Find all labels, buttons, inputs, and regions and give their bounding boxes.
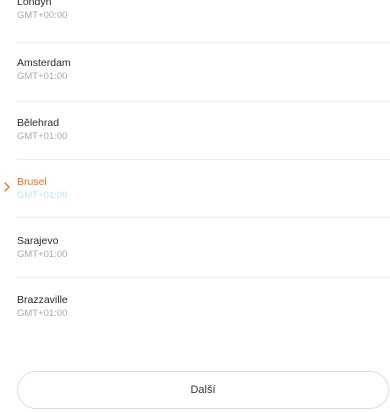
timezone-name: Amsterdam — [17, 57, 71, 69]
timezone-offset: GMT+00:00 — [17, 10, 68, 21]
timezone-name: Bělehrad — [17, 117, 60, 129]
timezone-offset: GMT+01:00 — [17, 131, 68, 142]
timezone-name: Londýn — [17, 0, 52, 8]
timezone-item-belehrad[interactable]: Bělehrad GMT+01:00 — [0, 117, 390, 161]
chevron-right-icon — [4, 182, 10, 192]
timezone-offset: GMT+01:00 — [17, 190, 68, 201]
timezone-item-sarajevo[interactable]: Sarajevo GMT+01:00 — [0, 235, 390, 279]
divider — [17, 217, 390, 218]
timezone-name: Brusel — [17, 176, 47, 188]
timezone-item-londyn[interactable]: Londýn GMT+00:00 — [0, 0, 390, 40]
next-button-label: Další — [190, 384, 216, 396]
timezone-offset: GMT+01:00 — [17, 308, 68, 319]
divider — [17, 277, 390, 278]
timezone-offset: GMT+01:00 — [17, 249, 68, 260]
divider — [17, 42, 390, 43]
timezone-item-brazzaville[interactable]: Brazzaville GMT+01:00 — [0, 294, 390, 338]
timezone-offset: GMT+01:00 — [17, 71, 68, 82]
next-button[interactable]: Další — [17, 371, 389, 409]
timezone-item-brusel[interactable]: Brusel GMT+01:00 — [0, 176, 390, 220]
timezone-name: Brazzaville — [17, 294, 68, 306]
divider — [17, 159, 390, 160]
divider — [17, 101, 390, 102]
timezone-item-amsterdam[interactable]: Amsterdam GMT+01:00 — [0, 57, 390, 101]
timezone-name: Sarajevo — [17, 235, 59, 247]
